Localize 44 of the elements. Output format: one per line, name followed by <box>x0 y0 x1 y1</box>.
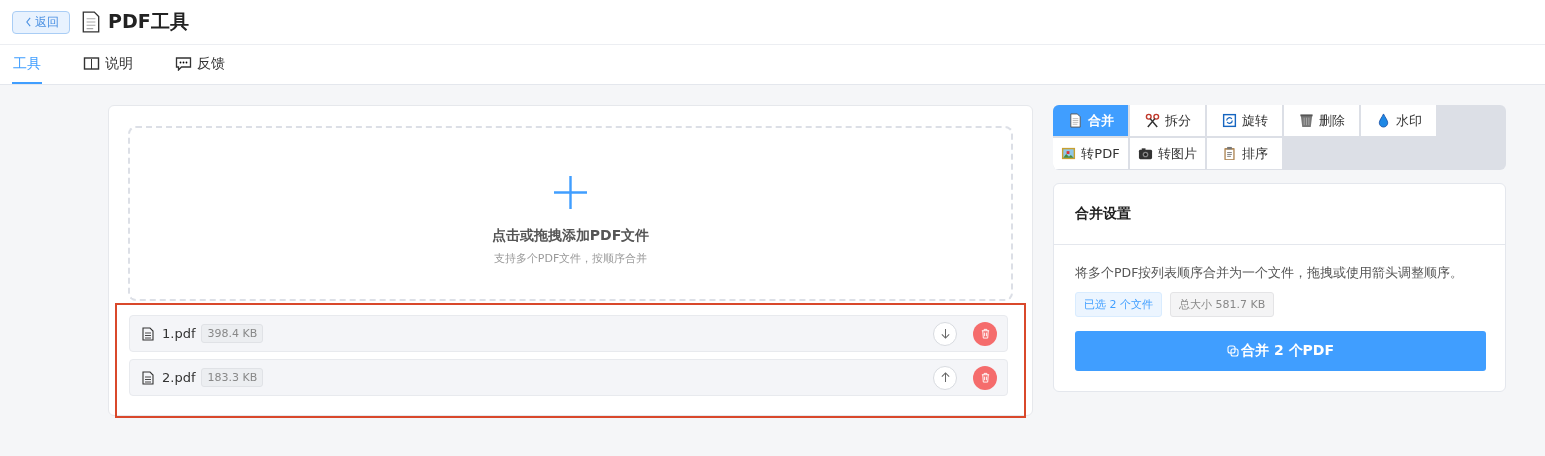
trash-icon <box>979 372 991 383</box>
info-tag: 已选 2 个文件 <box>1075 292 1162 317</box>
file-name: 2.pdf <box>162 370 196 385</box>
camera-icon <box>1138 146 1153 161</box>
merge-icon <box>1227 345 1240 357</box>
info-tag: 总大小 581.7 KB <box>1170 292 1275 317</box>
page-title: PDF工具 <box>108 9 189 34</box>
dropzone-hint: 支持多个PDF文件，按顺序合并 <box>493 250 648 266</box>
page-icon <box>1067 113 1083 128</box>
dropzone[interactable]: 点击或拖拽添加PDF文件 支持多个PDF文件，按顺序合并 <box>128 126 1013 301</box>
file-icon <box>142 326 154 341</box>
dropzone-title: 点击或拖拽添加PDF文件 <box>491 226 650 245</box>
file-size: 398.4 KB <box>201 324 264 343</box>
tool-tab[interactable]: 排序 <box>1207 138 1282 169</box>
book-icon <box>83 56 100 71</box>
nav-tab[interactable]: 反馈 <box>174 45 226 84</box>
plus-icon <box>554 175 587 209</box>
move-up-button[interactable] <box>933 365 957 390</box>
clipboard-icon <box>1221 146 1237 161</box>
tool-tab[interactable]: 删除 <box>1284 105 1359 136</box>
delete-button[interactable] <box>973 365 997 390</box>
tool-tab[interactable]: 拆分 <box>1130 105 1205 136</box>
tool-tab[interactable]: 水印 <box>1361 105 1436 136</box>
chevron-left-icon <box>25 17 32 27</box>
tool-tab[interactable]: 转PDF <box>1053 138 1128 169</box>
file-size: 183.3 KB <box>201 368 264 387</box>
tool-tab[interactable]: 旋转 <box>1207 105 1282 136</box>
picture-icon <box>1061 146 1077 161</box>
rotate-icon <box>1221 113 1237 128</box>
arrow-down-icon <box>939 328 951 339</box>
chat-icon <box>175 56 192 71</box>
delete-button[interactable] <box>973 321 997 346</box>
tool-tab[interactable]: 转图片 <box>1130 138 1205 169</box>
document-icon <box>82 11 100 33</box>
file-name: 1.pdf <box>162 326 196 341</box>
settings-title: 合并设置 <box>1075 205 1131 223</box>
file-icon <box>142 370 154 385</box>
nav-tab[interactable]: 说明 <box>82 45 134 84</box>
scissors-icon <box>1144 113 1160 128</box>
settings-description: 将多个PDF按列表顺序合并为一个文件，拖拽或使用箭头调整顺序。 <box>1075 265 1465 282</box>
arrow-up-icon <box>939 372 951 383</box>
trash-icon <box>979 328 991 339</box>
move-down-button[interactable] <box>933 321 957 346</box>
trash-icon <box>1298 113 1314 128</box>
